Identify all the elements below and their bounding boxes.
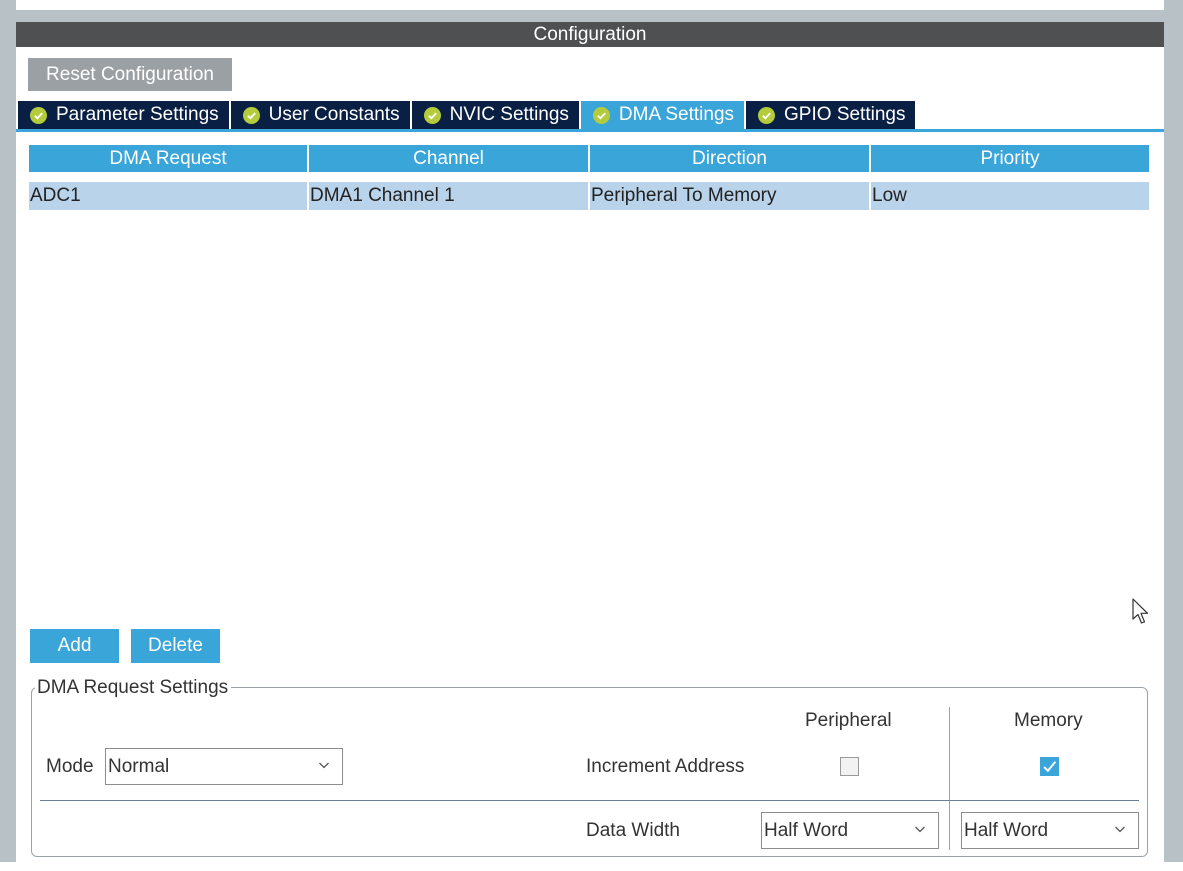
check-circle-icon xyxy=(30,106,47,124)
increment-address-label: Increment Address xyxy=(586,756,745,777)
peripheral-increment-checkbox[interactable] xyxy=(840,757,859,776)
tab-label: GPIO Settings xyxy=(784,104,906,125)
cell-direction[interactable]: Peripheral To Memory xyxy=(590,182,871,210)
mode-label: Mode xyxy=(46,756,94,777)
reset-configuration-button[interactable]: Reset Configuration xyxy=(28,58,232,91)
top-panel-edge xyxy=(16,0,1164,10)
tab-dma-settings[interactable]: DMA Settings xyxy=(580,101,747,129)
tab-gpio-settings[interactable]: GPIO Settings xyxy=(746,101,918,129)
cell-dma-request[interactable]: ADC1 xyxy=(29,182,309,210)
chevron-down-icon xyxy=(915,826,925,833)
mode-selected-value: Normal xyxy=(108,755,170,777)
column-header-dma-request[interactable]: DMA Request xyxy=(29,145,309,172)
check-circle-icon xyxy=(758,106,776,124)
peripheral-column-header: Peripheral xyxy=(805,710,892,731)
data-width-label: Data Width xyxy=(586,820,680,841)
cell-channel[interactable]: DMA1 Channel 1 xyxy=(309,182,590,210)
tab-underline xyxy=(16,129,1164,132)
delete-button[interactable]: Delete xyxy=(131,629,220,663)
tab-user-constants[interactable]: User Constants xyxy=(230,101,412,129)
mode-select[interactable]: Normal xyxy=(105,748,343,785)
dma-request-table: DMA Request Channel Direction Priority A… xyxy=(29,145,1149,210)
bottom-edge xyxy=(0,862,1183,871)
check-circle-icon xyxy=(242,106,260,124)
memory-data-width-select[interactable]: Half Word xyxy=(961,812,1139,849)
column-header-priority[interactable]: Priority xyxy=(871,145,1149,172)
tab-label: DMA Settings xyxy=(618,104,735,125)
table-header-row: DMA Request Channel Direction Priority xyxy=(29,145,1149,172)
tab-label: Parameter Settings xyxy=(56,104,219,125)
check-circle-icon xyxy=(423,106,441,124)
configuration-title: Configuration xyxy=(533,23,647,45)
configuration-header: Configuration xyxy=(16,22,1164,47)
settings-group-legend: DMA Request Settings xyxy=(35,677,232,699)
chevron-down-icon xyxy=(319,762,329,769)
tab-parameter-settings[interactable]: Parameter Settings xyxy=(18,101,231,129)
peripheral-width-value: Half Word xyxy=(764,819,849,841)
tab-label: User Constants xyxy=(268,104,400,125)
cell-priority[interactable]: Low xyxy=(871,182,1149,210)
settings-tab-bar: Parameter Settings User Constants NVIC S… xyxy=(18,101,918,129)
tab-nvic-settings[interactable]: NVIC Settings xyxy=(411,101,581,129)
column-header-channel[interactable]: Channel xyxy=(309,145,590,172)
row-divider xyxy=(40,800,1139,801)
chevron-down-icon xyxy=(1115,826,1125,833)
column-divider xyxy=(949,707,950,850)
check-circle-icon xyxy=(592,106,610,124)
memory-column-header: Memory xyxy=(1014,710,1083,731)
checkmark-icon xyxy=(1043,761,1057,773)
peripheral-data-width-select[interactable]: Half Word xyxy=(761,812,939,849)
add-button[interactable]: Add xyxy=(30,629,119,663)
column-header-direction[interactable]: Direction xyxy=(590,145,871,172)
mouse-pointer-icon xyxy=(1132,598,1149,624)
table-row[interactable]: ADC1 DMA1 Channel 1 Peripheral To Memory… xyxy=(29,182,1149,210)
memory-width-value: Half Word xyxy=(964,819,1049,841)
memory-increment-checkbox[interactable] xyxy=(1040,757,1059,776)
tab-label: NVIC Settings xyxy=(449,104,569,125)
